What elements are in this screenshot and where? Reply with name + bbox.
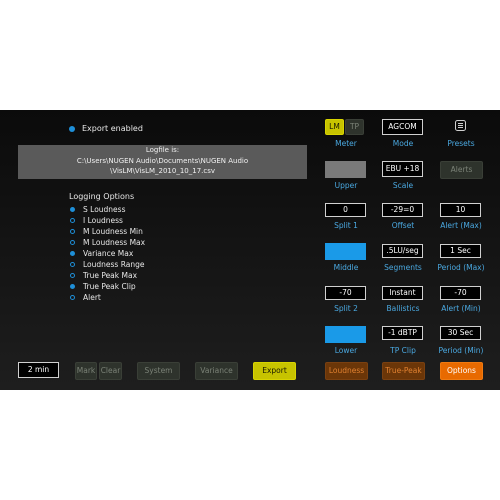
logging-option-radio[interactable] [70, 229, 75, 234]
logging-option-label: S Loudness [83, 205, 126, 214]
scale-value[interactable]: EBU +18 [382, 161, 423, 177]
logging-option-radio[interactable] [70, 262, 75, 267]
offset-value[interactable]: -29=0 [382, 203, 423, 217]
system-button[interactable]: System [137, 362, 180, 380]
export-enabled-radio[interactable] [69, 126, 75, 132]
logging-option-label: Variance Max [83, 249, 134, 258]
alerts-button[interactable]: Alerts [440, 161, 483, 179]
variance-button[interactable]: Variance [195, 362, 238, 380]
period-max-caption: Period (Max) [437, 263, 485, 272]
logging-option-label: True Peak Clip [83, 282, 136, 291]
segments-value[interactable]: .5LU/seg [382, 244, 423, 258]
meter-caption: Meter [335, 139, 357, 148]
logging-option-label: M Loudness Max [83, 238, 146, 247]
segments-caption: Segments [384, 263, 422, 272]
split2-value[interactable]: -70 [325, 286, 366, 300]
logging-option-label: Loudness Range [83, 260, 145, 269]
tab-true-peak[interactable]: True-Peak [382, 362, 425, 380]
export-button[interactable]: Export [253, 362, 296, 380]
scale-caption: Scale [392, 181, 414, 190]
tp-clip-caption: TP Clip [390, 346, 416, 355]
logfile-path-line2: \VisLM\VisLM_2010_10_17.csv [109, 167, 216, 175]
logging-option-label: M Loudness Min [83, 227, 143, 236]
split1-caption: Split 1 [334, 221, 358, 230]
split1-value[interactable]: 0 [325, 203, 366, 217]
tab-options[interactable]: Options [440, 362, 483, 380]
period-max-value[interactable]: 1 Sec [440, 244, 481, 258]
logging-option-radio[interactable] [70, 240, 75, 245]
logging-options-title: Logging Options [69, 192, 135, 201]
export-enabled-label: Export enabled [82, 124, 143, 133]
period-min-value[interactable]: 30 Sec [440, 326, 481, 340]
meter-tp-button[interactable]: TP [345, 119, 364, 135]
logging-option-radio[interactable] [70, 218, 75, 223]
logfile-box: Logfile is: C:\Users\NUGEN Audio\Documen… [18, 145, 307, 179]
tp-clip-value[interactable]: -1 dBTP [382, 326, 423, 340]
ballistics-value[interactable]: Instant [382, 286, 423, 300]
preset-list-icon[interactable] [455, 120, 466, 131]
presets-caption: Presets [447, 139, 475, 148]
mode-caption: Mode [392, 139, 414, 148]
alert-min-value[interactable]: -70 [440, 286, 481, 300]
lower-color-swatch[interactable] [325, 326, 366, 343]
logging-option-radio[interactable] [70, 273, 75, 278]
period-min-caption: Period (Min) [438, 346, 484, 355]
middle-color-swatch[interactable] [325, 243, 366, 260]
middle-caption: Middle [333, 263, 359, 272]
logging-option-label: I Loudness [83, 216, 123, 225]
tab-loudness[interactable]: Loudness [325, 362, 368, 380]
meter-lm-button[interactable]: LM [325, 119, 344, 135]
alert-max-caption: Alert (Max) [440, 221, 482, 230]
logging-option-radio[interactable] [70, 207, 75, 212]
mark-button[interactable]: Mark [75, 362, 97, 380]
logging-option-label: True Peak Max [83, 271, 138, 280]
logging-option-label: Alert [83, 293, 101, 302]
duration-field[interactable]: 2 min [18, 362, 59, 378]
clear-button[interactable]: Clear [99, 362, 122, 380]
logfile-title: Logfile is: [145, 146, 180, 154]
lower-caption: Lower [334, 346, 358, 355]
alert-max-value[interactable]: 10 [440, 203, 481, 217]
split2-caption: Split 2 [334, 304, 358, 313]
offset-caption: Offset [391, 221, 415, 230]
logging-option-radio[interactable] [70, 284, 75, 289]
mode-value[interactable]: AGCOM [382, 119, 423, 135]
ballistics-caption: Ballistics [386, 304, 420, 313]
alert-min-caption: Alert (Min) [441, 304, 481, 313]
upper-color-swatch[interactable] [325, 161, 366, 178]
upper-caption: Upper [334, 181, 358, 190]
logging-option-radio[interactable] [70, 251, 75, 256]
logging-option-radio[interactable] [70, 295, 75, 300]
